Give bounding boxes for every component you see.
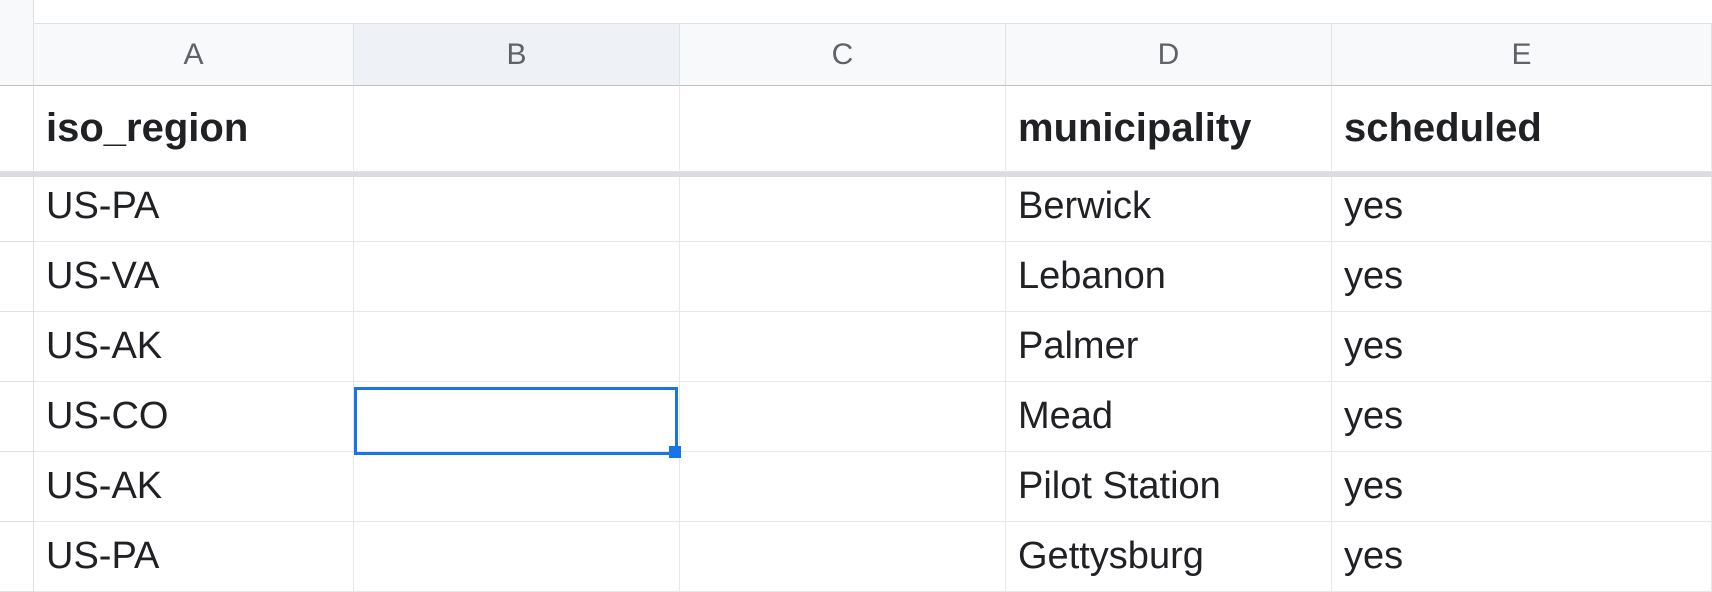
table-row: US-AK Palmer yes bbox=[0, 312, 1712, 382]
cell[interactable]: Gettysburg bbox=[1006, 522, 1332, 592]
row-header[interactable] bbox=[0, 172, 34, 242]
cell[interactable] bbox=[354, 452, 680, 522]
cell[interactable]: US-VA bbox=[34, 242, 354, 312]
cell[interactable]: yes bbox=[1332, 242, 1712, 312]
cell[interactable]: Mead bbox=[1006, 382, 1332, 452]
cell[interactable] bbox=[680, 242, 1006, 312]
row-header[interactable] bbox=[0, 242, 34, 312]
select-all-corner[interactable] bbox=[0, 0, 34, 24]
cell[interactable]: US-CO bbox=[34, 382, 354, 452]
table-row: US-AK Pilot Station yes bbox=[0, 452, 1712, 522]
cell[interactable] bbox=[354, 242, 680, 312]
header-cell-B[interactable] bbox=[354, 86, 680, 172]
cell[interactable] bbox=[354, 382, 680, 452]
header-cell-iso-region[interactable]: iso_region bbox=[34, 86, 354, 172]
cell[interactable]: yes bbox=[1332, 522, 1712, 592]
header-cell-C[interactable] bbox=[680, 86, 1006, 172]
column-headers: A B C D E bbox=[0, 24, 1712, 86]
cell[interactable]: US-AK bbox=[34, 312, 354, 382]
cell[interactable]: yes bbox=[1332, 172, 1712, 242]
cell[interactable] bbox=[680, 172, 1006, 242]
column-header-B[interactable]: B bbox=[354, 24, 680, 86]
table-row: US-CO Mead yes bbox=[0, 382, 1712, 452]
row-header[interactable] bbox=[0, 382, 34, 452]
cell[interactable] bbox=[354, 312, 680, 382]
cell[interactable] bbox=[680, 522, 1006, 592]
row-header[interactable] bbox=[0, 522, 34, 592]
cell[interactable]: Lebanon bbox=[1006, 242, 1332, 312]
row-header[interactable] bbox=[0, 312, 34, 382]
table-row: US-PA Gettysburg yes bbox=[0, 522, 1712, 592]
cell[interactable] bbox=[680, 312, 1006, 382]
column-header-E[interactable]: E bbox=[1332, 24, 1712, 86]
grid-body: iso_region municipality scheduled US-PA … bbox=[0, 86, 1712, 584]
cell[interactable] bbox=[680, 452, 1006, 522]
cell[interactable]: Palmer bbox=[1006, 312, 1332, 382]
cell[interactable] bbox=[680, 382, 1006, 452]
table-row: US-PA Berwick yes bbox=[0, 172, 1712, 242]
cell[interactable] bbox=[354, 522, 680, 592]
cell[interactable]: yes bbox=[1332, 382, 1712, 452]
column-header-C[interactable]: C bbox=[680, 24, 1006, 86]
cell[interactable]: yes bbox=[1332, 452, 1712, 522]
cell[interactable]: yes bbox=[1332, 312, 1712, 382]
cell[interactable]: Pilot Station bbox=[1006, 452, 1332, 522]
frozen-row-divider[interactable] bbox=[0, 172, 1712, 177]
column-header-A[interactable]: A bbox=[34, 24, 354, 86]
table-header-row: iso_region municipality scheduled bbox=[0, 86, 1712, 172]
cell[interactable]: US-PA bbox=[34, 172, 354, 242]
header-cell-scheduled[interactable]: scheduled bbox=[1332, 86, 1712, 172]
row-header[interactable] bbox=[0, 452, 34, 522]
spreadsheet: A B C D E iso_region municipality schedu… bbox=[0, 0, 1712, 584]
header-cell-municipality[interactable]: municipality bbox=[1006, 86, 1332, 172]
row-header-spacer bbox=[0, 24, 34, 86]
table-row: US-VA Lebanon yes bbox=[0, 242, 1712, 312]
row-header[interactable] bbox=[0, 86, 34, 172]
cell[interactable]: Berwick bbox=[1006, 172, 1332, 242]
top-strip bbox=[0, 0, 1712, 24]
cell[interactable]: US-AK bbox=[34, 452, 354, 522]
cell[interactable] bbox=[354, 172, 680, 242]
column-header-D[interactable]: D bbox=[1006, 24, 1332, 86]
cell[interactable]: US-PA bbox=[34, 522, 354, 592]
